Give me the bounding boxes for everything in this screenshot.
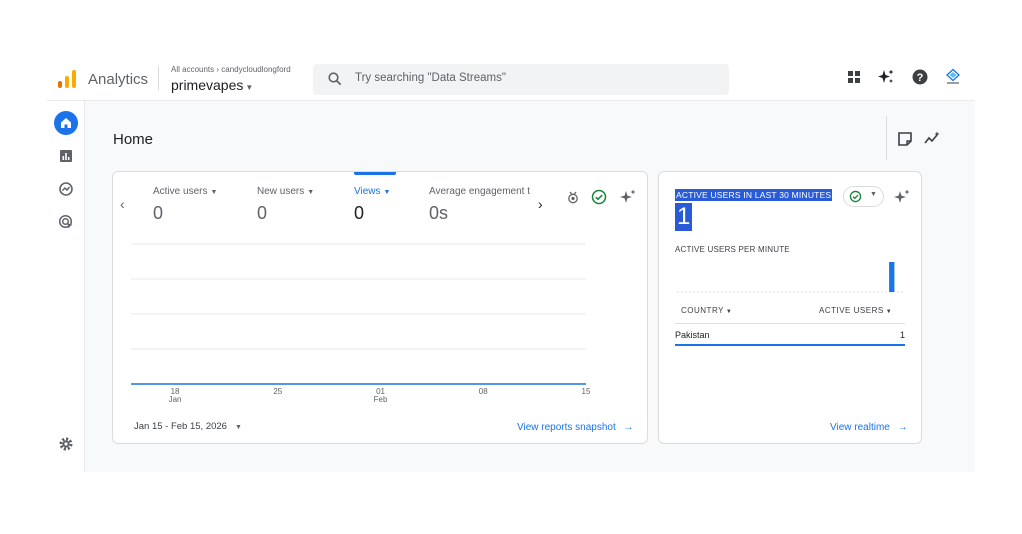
row-highlight (675, 344, 905, 346)
nav-home[interactable] (54, 111, 78, 135)
header-divider (158, 66, 159, 90)
page-title: Home (113, 131, 154, 148)
per-minute-bar (889, 262, 895, 292)
realtime-per-minute-label: ACTIVE USERS PER MINUTE (675, 245, 790, 254)
x-tick-month-label: Feb (374, 395, 388, 404)
search-bar[interactable]: Try searching "Data Streams" (313, 64, 729, 95)
property-name: primevapes (171, 77, 244, 93)
realtime-card: ACTIVE USERS IN LAST 30 MINUTES 1 ▼ ACTI… (658, 171, 922, 444)
customize-icon[interactable] (896, 130, 914, 148)
active-tab-indicator (354, 172, 396, 175)
caret-down-icon: ▼ (234, 424, 242, 431)
chevron-right-icon[interactable]: › (538, 196, 543, 212)
metric-value: 0 (354, 203, 365, 223)
advertising-icon (58, 214, 73, 229)
property-selector[interactable]: primevapes ▼ (171, 77, 253, 93)
bar-chart-icon (60, 150, 72, 162)
view-realtime-link[interactable]: View realtime → (830, 422, 908, 433)
col-header-active-users[interactable]: ACTIVE USERS ▼ (819, 306, 892, 315)
overview-card: ‹ Active users ▼ 0 New users ▼ 0 Views ▼ 0 … (112, 171, 648, 444)
breadcrumb-account[interactable]: candycloudlongford (221, 65, 290, 74)
nav-advertising[interactable] (54, 210, 78, 234)
check-circle-icon[interactable] (590, 188, 608, 206)
caret-down-icon: ▼ (245, 83, 254, 92)
realtime-active-users-value: 1 (675, 203, 693, 231)
metric-label: Views (354, 186, 381, 197)
svg-text:?: ? (917, 72, 924, 84)
account-breadcrumb[interactable]: All accounts › candycloudlongford (171, 65, 291, 74)
arrow-right-icon: → (623, 422, 634, 433)
search-placeholder[interactable]: Try searching "Data Streams" (355, 72, 506, 84)
gear-icon (59, 437, 73, 451)
realtime-title: ACTIVE USERS IN LAST 30 MINUTES (675, 189, 833, 201)
metric-value: 0 (153, 203, 164, 223)
sparkle-icon[interactable] (877, 68, 895, 86)
help-icon[interactable]: ? (911, 68, 929, 86)
metric-avg-engagement[interactable]: Average engagement t 0s (429, 186, 533, 224)
caret-down-icon: ▼ (307, 189, 315, 196)
header-separator (886, 116, 887, 160)
breadcrumb-separator: › (216, 65, 220, 74)
metric-label: Active users (153, 186, 208, 197)
row-active-users: 1 (900, 330, 906, 340)
sparkle-icon[interactable] (619, 188, 637, 206)
analytics-logo (58, 70, 76, 88)
nav-admin[interactable] (54, 432, 78, 456)
date-range-selector[interactable]: Jan 15 - Feb 15, 2026 ▼ (134, 421, 242, 432)
nav-reports[interactable] (54, 144, 78, 168)
analytics-app: Analytics All accounts › candycloudlongf… (47, 54, 975, 472)
x-tick-month-label: Jan (169, 395, 182, 404)
metric-value: 0 (257, 203, 268, 223)
caret-down-icon: ▼ (725, 309, 733, 315)
top-bar: Analytics All accounts › candycloudlongf… (47, 54, 975, 101)
realtime-status-dropdown[interactable]: ▼ (843, 186, 884, 207)
realtime-per-minute-chart (677, 262, 903, 293)
row-country: Pakistan (675, 330, 710, 340)
chevron-left-icon[interactable]: ‹ (120, 196, 125, 212)
search-icon (328, 72, 342, 86)
col-label: COUNTRY (681, 306, 724, 315)
caret-down-icon: ▼ (383, 189, 391, 196)
caret-down-icon: ▼ (210, 189, 218, 196)
metric-label: New users (257, 186, 305, 197)
x-tick-label: 15 (582, 387, 591, 396)
table-divider (675, 323, 905, 324)
caret-down-icon: ▼ (870, 191, 877, 198)
home-icon (61, 118, 71, 128)
app-name: Analytics (88, 71, 149, 88)
metric-value: 0s (429, 203, 449, 223)
x-tick-label: 08 (479, 387, 488, 396)
breadcrumb-all-accounts[interactable]: All accounts (171, 65, 214, 74)
link-text: View realtime (830, 422, 890, 433)
x-tick-label: 25 (273, 387, 282, 396)
check-circle-icon (849, 190, 862, 203)
compare-icon[interactable] (564, 188, 582, 206)
col-header-country[interactable]: COUNTRY ▼ (681, 306, 732, 315)
date-range-text: Jan 15 - Feb 15, 2026 (134, 421, 227, 432)
col-label: ACTIVE USERS (819, 306, 884, 315)
sparkle-icon[interactable] (893, 188, 911, 206)
arrow-right-icon: → (897, 422, 908, 433)
insights-icon[interactable] (923, 130, 941, 148)
metric-new-users[interactable]: New users ▼ 0 (257, 186, 314, 224)
explore-icon (59, 182, 73, 196)
views-line-chart: 18Jan25 01Feb08 15 (131, 243, 591, 404)
account-avatar[interactable] (944, 68, 962, 86)
left-nav (47, 101, 85, 472)
apps-grid-icon[interactable] (845, 68, 863, 86)
caret-down-icon: ▼ (885, 309, 893, 315)
link-text: View reports snapshot (517, 422, 616, 433)
nav-explore[interactable] (54, 177, 78, 201)
metric-views[interactable]: Views ▼ 0 (354, 186, 390, 224)
metric-label: Average engagement t (429, 186, 531, 197)
metric-active-users[interactable]: Active users ▼ 0 (153, 186, 217, 224)
view-reports-snapshot-link[interactable]: View reports snapshot → (517, 422, 634, 433)
